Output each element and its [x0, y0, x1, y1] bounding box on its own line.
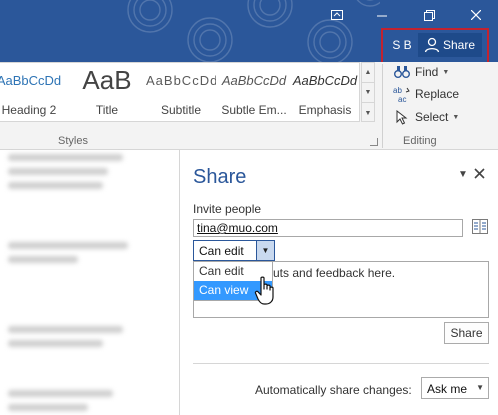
pane-close-button[interactable]	[474, 166, 485, 182]
style-preview: AaBbCcDd	[221, 73, 287, 88]
pane-options-button[interactable]: ▼	[458, 169, 468, 180]
editing-group-label: Editing	[403, 135, 437, 147]
ribbon-display-options-button[interactable]	[322, 4, 352, 26]
ribbon: AaBbCcDd Heading 2 AaB Title AaBbCcDd Su…	[0, 62, 498, 150]
invite-email-input[interactable]: tina@muo.com	[193, 219, 463, 237]
address-book-icon[interactable]	[472, 219, 489, 238]
style-heading-2[interactable]: AaBbCcDd Heading 2	[0, 63, 68, 123]
message-placeholder: uts and feedback here.	[273, 266, 396, 280]
style-title[interactable]: AaB Title	[70, 63, 144, 123]
select-button[interactable]: Select ▼	[392, 107, 459, 127]
scroll-down-button[interactable]: ▼	[362, 83, 374, 103]
hand-cursor-icon	[254, 276, 278, 309]
share-pane: Share ▼ Invite people tina@muo.com Can e…	[179, 150, 498, 415]
document-text	[8, 404, 88, 411]
more-styles-button[interactable]: ▼	[362, 103, 374, 123]
replace-icon: ab ac	[392, 85, 412, 103]
document-text	[8, 182, 103, 189]
chevron-down-icon: ▼	[452, 113, 460, 121]
style-caption: Emphasis	[298, 103, 352, 117]
document-text	[8, 326, 123, 333]
minimize-button[interactable]	[367, 4, 397, 26]
share-submit-button[interactable]: Share	[444, 322, 489, 344]
person-icon	[424, 37, 440, 53]
style-emphasis[interactable]: AaBbCcDd Emphasis	[290, 63, 360, 123]
restore-button[interactable]	[414, 4, 444, 26]
style-subtle-emphasis[interactable]: AaBbCcDd Subtle Em...	[218, 63, 290, 123]
style-caption: Subtitle	[160, 103, 202, 117]
chevron-down-icon: ▼	[442, 68, 450, 76]
styles-dialog-launcher[interactable]	[370, 138, 378, 146]
style-caption: Subtle Em...	[221, 103, 287, 117]
close-window-button[interactable]	[461, 4, 491, 26]
select-cursor-icon	[392, 109, 412, 125]
document-text	[8, 390, 113, 397]
style-caption: Heading 2	[1, 103, 57, 117]
style-preview: AaBbCcDd	[146, 73, 216, 88]
svg-text:ac: ac	[398, 95, 406, 103]
permission-select[interactable]: Can edit ▼	[193, 240, 275, 261]
invite-label: Invite people	[193, 202, 262, 216]
select-label: Select	[415, 110, 449, 124]
binoculars-icon	[392, 65, 412, 79]
find-label: Find	[415, 65, 439, 79]
scroll-up-button[interactable]: ▲	[362, 63, 374, 83]
user-initials[interactable]: S B	[388, 34, 416, 56]
title-share-label: Share	[443, 38, 476, 52]
document-area[interactable]	[0, 150, 180, 415]
styles-gallery: AaBbCcDd Heading 2 AaB Title AaBbCcDd Su…	[0, 62, 360, 122]
svg-text:ab: ab	[393, 86, 402, 95]
document-text	[8, 242, 128, 249]
styles-scroll: ▲ ▼ ▼	[361, 62, 375, 122]
find-button[interactable]: Find ▼	[392, 62, 449, 82]
chevron-down-icon: ▼	[476, 383, 484, 392]
style-preview: AaB	[82, 65, 132, 95]
document-text	[8, 340, 103, 347]
auto-share-label: Automatically share changes:	[255, 383, 412, 397]
replace-button[interactable]: ab ac Replace	[392, 84, 459, 104]
pane-divider	[193, 363, 489, 364]
style-preview: AaBbCcDd	[0, 73, 62, 88]
restore-icon	[423, 9, 435, 21]
close-icon	[471, 10, 481, 20]
document-text	[8, 154, 123, 161]
document-text	[8, 168, 108, 175]
auto-share-value: Ask me	[427, 382, 468, 396]
replace-label: Replace	[415, 87, 460, 101]
style-preview: AaBbCcDd	[292, 73, 358, 88]
styles-group-label: Styles	[58, 135, 88, 147]
title-share-button[interactable]: Share	[418, 33, 482, 57]
pane-title: Share	[193, 166, 247, 188]
style-subtitle[interactable]: AaBbCcDd Subtitle	[146, 63, 216, 123]
permission-value: Can edit	[199, 244, 244, 258]
chevron-down-icon[interactable]: ▼	[256, 241, 274, 260]
ribbon-display-icon	[331, 10, 343, 20]
ribbon-separator	[382, 64, 383, 148]
document-text	[8, 256, 78, 263]
close-icon	[474, 168, 485, 179]
minimize-icon	[377, 15, 387, 17]
auto-share-select[interactable]: Ask me ▼	[421, 377, 489, 399]
style-caption: Title	[95, 103, 119, 117]
